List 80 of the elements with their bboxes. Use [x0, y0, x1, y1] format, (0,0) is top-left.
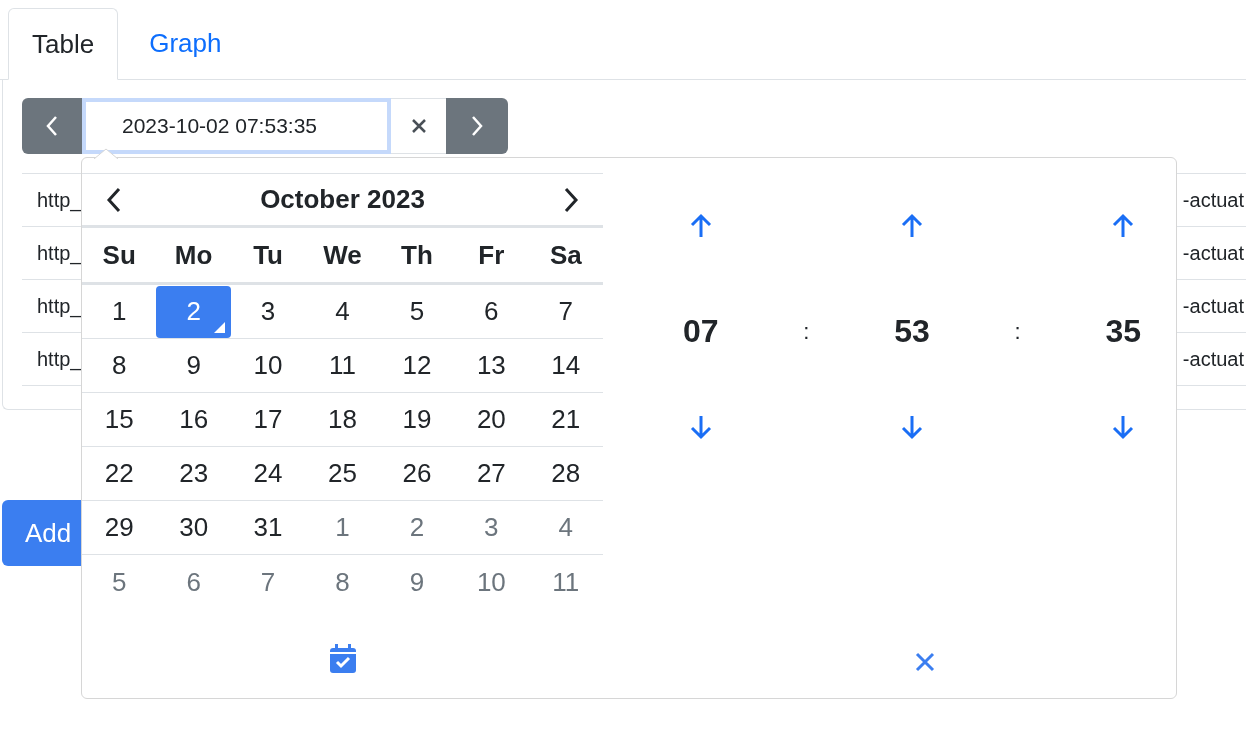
- day-cell[interactable]: 4: [528, 501, 603, 554]
- weekday-label: Tu: [253, 238, 283, 272]
- day-cell[interactable]: 6: [156, 556, 231, 608]
- calendar-check-icon[interactable]: [328, 643, 357, 674]
- tab[interactable]: Table: [8, 8, 119, 80]
- table-cell-text: http_: [37, 188, 82, 214]
- tab[interactable]: Graph: [118, 7, 253, 79]
- day-cell[interactable]: 7: [528, 285, 603, 338]
- day-cell[interactable]: 14: [528, 339, 603, 392]
- chevron-right-icon[interactable]: [563, 186, 579, 213]
- day-cell[interactable]: 26: [379, 447, 455, 500]
- arrow-up-icon[interactable]: [901, 213, 923, 239]
- time-separator: :: [1014, 317, 1021, 346]
- day-cell[interactable]: 9: [156, 339, 231, 392]
- day-cell[interactable]: 9: [379, 556, 455, 608]
- day-cell[interactable]: 11: [528, 556, 603, 608]
- weekday-label: We: [323, 238, 362, 272]
- day-cell[interactable]: 6: [454, 285, 529, 338]
- day-cell[interactable]: 1: [82, 285, 157, 338]
- day-cell[interactable]: 17: [230, 393, 306, 446]
- day-cell[interactable]: 3: [230, 285, 306, 338]
- day-cell[interactable]: 4: [305, 285, 380, 338]
- arrow-down-icon[interactable]: [901, 414, 923, 440]
- day-cell[interactable]: 23: [156, 447, 231, 500]
- table-cell-text: -actuat: [1182, 241, 1245, 266]
- day-cell[interactable]: 16: [156, 393, 231, 446]
- weekday-label: Fr: [478, 238, 505, 272]
- table-cell-text: -actuat: [1182, 294, 1245, 319]
- day-cell[interactable]: 31: [230, 501, 306, 554]
- day-cell[interactable]: 10: [230, 339, 306, 392]
- weekday-label: Th: [401, 238, 433, 272]
- table-cell-text: http_: [37, 347, 82, 373]
- arrow-down-icon[interactable]: [689, 414, 712, 440]
- table-cell-text: http_: [37, 294, 82, 320]
- day-cell[interactable]: 21: [528, 393, 603, 446]
- clear-button[interactable]: [391, 98, 446, 154]
- day-cell[interactable]: 25: [305, 447, 380, 500]
- day-cell[interactable]: 10: [454, 556, 529, 608]
- day-cell[interactable]: 7: [230, 556, 306, 608]
- arrow-up-icon[interactable]: [689, 213, 712, 239]
- weekday-label: Su: [102, 238, 136, 272]
- chevron-left-icon[interactable]: [106, 186, 122, 213]
- close-icon: [409, 117, 428, 135]
- table-cell-text: -actuat: [1182, 347, 1245, 372]
- chevron-right-icon: [470, 115, 484, 137]
- table-cell-text: http_: [37, 241, 82, 267]
- table-cell-text: -actuat: [1182, 188, 1245, 213]
- previous-button[interactable]: [22, 98, 82, 154]
- arrow-down-icon[interactable]: [1112, 414, 1135, 440]
- day-cell[interactable]: 18: [305, 393, 380, 446]
- day-cell[interactable]: 2: [379, 501, 455, 554]
- arrow-up-icon[interactable]: [1112, 213, 1135, 239]
- date-input[interactable]: 2023-10-02 07:53:35: [82, 98, 391, 154]
- day-cell[interactable]: 24: [230, 447, 306, 500]
- day-cell[interactable]: 13: [454, 339, 529, 392]
- day-cell[interactable]: 15: [82, 393, 157, 446]
- day-cell[interactable]: 2: [156, 285, 231, 338]
- close-icon[interactable]: [913, 651, 936, 673]
- day-cell[interactable]: 30: [156, 501, 231, 554]
- time-value[interactable]: 07: [683, 308, 719, 354]
- chevron-left-icon: [45, 115, 59, 137]
- weekday-label: Mo: [174, 238, 213, 272]
- day-cell[interactable]: 3: [454, 501, 529, 554]
- day-cell[interactable]: 11: [305, 339, 380, 392]
- time-value[interactable]: 53: [894, 308, 930, 354]
- day-cell[interactable]: 1: [305, 501, 380, 554]
- day-cell[interactable]: 20: [454, 393, 529, 446]
- day-cell[interactable]: 8: [82, 339, 157, 392]
- day-cell[interactable]: 5: [379, 285, 455, 338]
- day-cell[interactable]: 8: [305, 556, 380, 608]
- day-cell[interactable]: 28: [528, 447, 603, 500]
- month-title[interactable]: October 2023: [260, 180, 425, 219]
- day-cell[interactable]: 27: [454, 447, 529, 500]
- today-marker-icon: [213, 321, 225, 333]
- day-cell[interactable]: 12: [379, 339, 455, 392]
- time-separator: :: [803, 317, 810, 346]
- time-value[interactable]: 35: [1105, 308, 1141, 354]
- weekday-label: Sa: [549, 238, 582, 272]
- day-cell[interactable]: 22: [82, 447, 157, 500]
- day-cell[interactable]: 19: [379, 393, 455, 446]
